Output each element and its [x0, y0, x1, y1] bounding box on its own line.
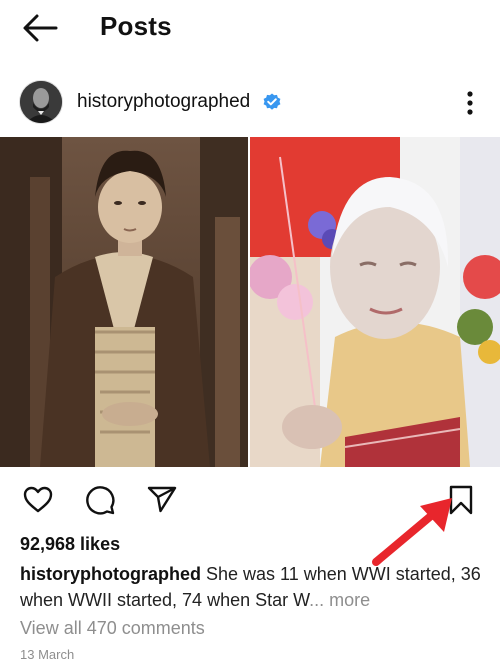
page-title: Posts	[100, 11, 172, 41]
post-date: 13 March	[20, 647, 75, 662]
like-button[interactable]	[22, 484, 54, 516]
post-username[interactable]: historyphotographed	[77, 91, 250, 113]
caption-more-link[interactable]: ... more	[309, 590, 370, 610]
heart-icon	[23, 486, 53, 513]
modern-photo-right	[250, 137, 500, 467]
comment-button[interactable]	[84, 484, 116, 516]
send-icon	[147, 486, 177, 513]
avatar[interactable]	[20, 81, 62, 123]
comment-icon	[86, 486, 115, 515]
bookmark-icon	[449, 485, 473, 515]
caption-username[interactable]: historyphotographed	[20, 564, 201, 584]
historic-photo-left	[0, 137, 248, 467]
arrow-left-icon	[23, 14, 58, 42]
post-actions	[0, 480, 500, 520]
avatar-portrait	[20, 81, 62, 123]
more-vertical-icon	[467, 91, 473, 115]
post-header: historyphotographed	[0, 78, 500, 126]
post-image[interactable]	[0, 137, 500, 467]
share-button[interactable]	[146, 484, 178, 516]
more-options-button[interactable]	[458, 88, 482, 118]
save-button[interactable]	[445, 484, 477, 516]
top-bar: Posts	[0, 0, 500, 56]
like-count[interactable]: 92,968 likes	[20, 534, 120, 555]
back-button[interactable]	[20, 12, 60, 44]
view-comments-link[interactable]: View all 470 comments	[20, 618, 205, 639]
post-caption: historyphotographed She was 11 when WWI …	[20, 561, 490, 613]
verified-badge-icon	[263, 93, 281, 111]
